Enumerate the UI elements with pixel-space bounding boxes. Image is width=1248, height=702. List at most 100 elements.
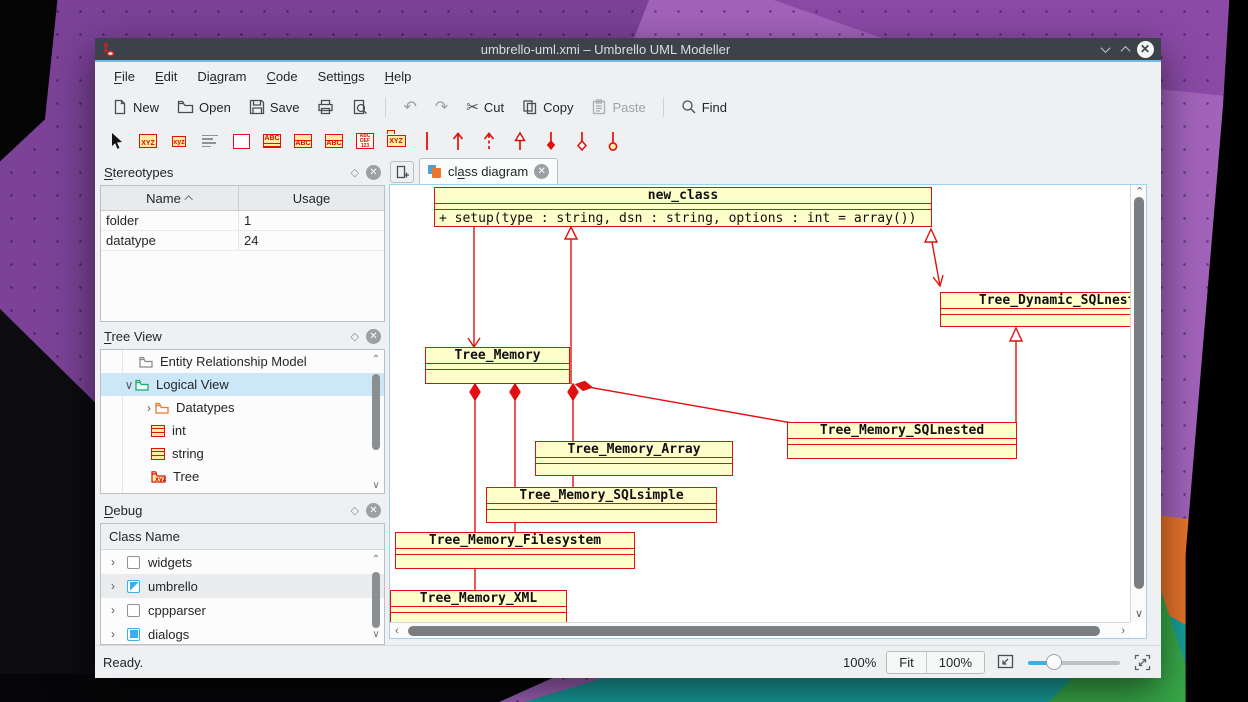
float-panel-icon[interactable]: ◇ <box>351 330 359 343</box>
cut-button[interactable]: ✂ Cut <box>459 94 511 120</box>
tree-item-datatypes[interactable]: › Datatypes <box>101 396 384 419</box>
table-row[interactable]: folder 1 <box>101 211 384 231</box>
note-tool[interactable]: XYZ <box>138 131 158 151</box>
checkbox-unchecked[interactable] <box>127 556 140 569</box>
uml-class-tree-memory-sqlsimple[interactable]: Tree_Memory_SQLsimple <box>486 487 717 523</box>
menu-diagram[interactable]: Diagram <box>188 65 255 88</box>
fit-page-icon[interactable] <box>997 654 1014 670</box>
package-tool[interactable]: XYZ <box>386 131 406 151</box>
close-button[interactable]: ✕ <box>1135 39 1155 59</box>
scrollbar-thumb[interactable] <box>372 374 380 450</box>
interface-tool[interactable]: ABC <box>293 131 313 151</box>
table-row[interactable]: datatype 24 <box>101 231 384 251</box>
diagram-canvas[interactable]: new_class + setup(type : string, dsn : s… <box>389 184 1147 639</box>
datatype-tool[interactable]: ABC <box>324 131 344 151</box>
select-tool[interactable] <box>107 131 127 151</box>
uml-class-tree-memory-filesystem[interactable]: Tree_Memory_Filesystem <box>395 532 635 569</box>
print-preview-button[interactable] <box>345 95 375 119</box>
float-panel-icon[interactable]: ◇ <box>351 166 359 179</box>
uml-class-tree-dynamic-sqlnested[interactable]: Tree_Dynamic_SQLnested <box>940 292 1130 327</box>
box-tool[interactable] <box>231 131 251 151</box>
dependency-tool[interactable] <box>479 131 499 151</box>
tree-item-tree[interactable]: xyz Tree <box>101 465 384 488</box>
zoom-100-button[interactable]: 100% <box>926 652 984 673</box>
expander-closed-icon[interactable]: › <box>107 555 119 569</box>
print-button[interactable] <box>310 95 341 119</box>
scroll-up-icon[interactable]: ⌃ <box>370 354 382 365</box>
debug-list-header[interactable]: Class Name <box>101 524 384 550</box>
expander-closed-icon[interactable]: › <box>107 627 119 641</box>
enum-tool[interactable]: ABCDEF123 <box>355 131 375 151</box>
fit-button[interactable]: Fit <box>887 652 925 673</box>
menu-edit[interactable]: Edit <box>146 65 186 88</box>
expander-closed-icon[interactable]: › <box>143 401 155 415</box>
menu-settings[interactable]: Settings <box>309 65 374 88</box>
debug-scrollbar[interactable]: ⌃ ∨ <box>370 526 382 642</box>
stereotypes-panel-header[interactable]: Stereotypes ◇ ✕ <box>100 160 385 185</box>
close-panel-icon[interactable]: ✕ <box>366 503 381 518</box>
open-button[interactable]: Open <box>170 95 238 119</box>
debug-item-umbrello[interactable]: › umbrello <box>101 574 384 598</box>
scroll-left-icon[interactable]: ‹ <box>395 625 399 637</box>
stereotypes-table-header[interactable]: Name Usage <box>101 186 384 211</box>
close-panel-icon[interactable]: ✕ <box>366 329 381 344</box>
uml-class-tree-memory-sqlnested[interactable]: Tree_Memory_SQLnested <box>787 422 1017 459</box>
undo-button[interactable]: ↶ <box>396 93 423 121</box>
scrollbar-thumb[interactable] <box>408 626 1100 636</box>
new-button[interactable]: New <box>105 95 166 119</box>
association-tool[interactable] <box>417 131 437 151</box>
anchor-tool[interactable]: xyz <box>169 131 189 151</box>
find-button[interactable]: Find <box>674 95 734 119</box>
new-tab-button[interactable] <box>390 161 414 183</box>
debug-item-cppparser[interactable]: › cppparser <box>101 598 384 622</box>
expander-closed-icon[interactable]: › <box>107 579 119 593</box>
generalization-tool[interactable] <box>510 131 530 151</box>
uml-class-tree-memory-array[interactable]: Tree_Memory_Array <box>535 441 733 476</box>
menu-file[interactable]: File <box>105 65 144 88</box>
scroll-down-icon[interactable]: ∨ <box>1135 607 1143 620</box>
diagram-viewport[interactable]: new_class + setup(type : string, dsn : s… <box>390 185 1130 622</box>
float-panel-icon[interactable]: ◇ <box>351 504 359 517</box>
scrollbar-thumb[interactable] <box>1134 197 1144 589</box>
debug-item-dialogs[interactable]: › dialogs <box>101 622 384 645</box>
tree-view-panel-header[interactable]: Tree View ◇ ✕ <box>100 324 385 349</box>
class-tool[interactable]: ABC <box>262 131 282 151</box>
scroll-up-icon[interactable]: ⌃ <box>370 554 382 565</box>
zoom-slider[interactable] <box>1028 654 1120 670</box>
minimize-button[interactable] <box>1095 39 1115 59</box>
debug-panel-header[interactable]: Debug ◇ ✕ <box>100 498 385 523</box>
scroll-down-icon[interactable]: ∨ <box>370 629 382 640</box>
tree-view-scrollbar[interactable]: ⌃ ∨ <box>370 352 382 491</box>
uni-association-tool[interactable] <box>448 131 468 151</box>
aggregation-tool[interactable] <box>572 131 592 151</box>
scroll-right-icon[interactable]: › <box>1121 625 1125 637</box>
uml-class-new_class[interactable]: new_class + setup(type : string, dsn : s… <box>434 187 932 227</box>
tab-class-diagram[interactable]: class diagram ✕ <box>419 158 558 184</box>
tree-item-string[interactable]: string <box>101 442 384 465</box>
debug-item-widgets[interactable]: › widgets <box>101 550 384 574</box>
menu-help[interactable]: Help <box>376 65 421 88</box>
checkbox-unchecked[interactable] <box>127 604 140 617</box>
tree-item-logical-view[interactable]: ∨ Logical View <box>101 373 384 396</box>
titlebar[interactable]: umbrello-uml.xmi – Umbrello UML Modeller… <box>95 38 1161 60</box>
containment-tool[interactable] <box>603 131 623 151</box>
expander-closed-icon[interactable]: › <box>107 603 119 617</box>
maximize-button[interactable] <box>1115 39 1135 59</box>
redo-button[interactable]: ↷ <box>428 93 455 121</box>
tree-item-entity-relationship-model[interactable]: Entity Relationship Model <box>101 350 384 373</box>
close-tab-icon[interactable]: ✕ <box>534 164 549 179</box>
checkbox-checked[interactable] <box>127 628 140 641</box>
canvas-horizontal-scrollbar[interactable]: ‹ › <box>390 622 1130 638</box>
expander-open-icon[interactable]: ∨ <box>123 378 135 392</box>
composition-tool[interactable] <box>541 131 561 151</box>
close-panel-icon[interactable]: ✕ <box>366 165 381 180</box>
text-tool[interactable] <box>200 131 220 151</box>
expand-view-icon[interactable] <box>1134 654 1151 671</box>
scroll-down-icon[interactable]: ∨ <box>370 480 382 491</box>
copy-button[interactable]: Copy <box>515 95 580 119</box>
tree-item-int[interactable]: int <box>101 419 384 442</box>
uml-class-tree-memory[interactable]: Tree_Memory <box>425 347 570 384</box>
scrollbar-thumb[interactable] <box>372 572 380 628</box>
checkbox-partial[interactable] <box>127 580 140 593</box>
uml-class-tree-memory-xml[interactable]: Tree_Memory_XML <box>390 590 567 622</box>
